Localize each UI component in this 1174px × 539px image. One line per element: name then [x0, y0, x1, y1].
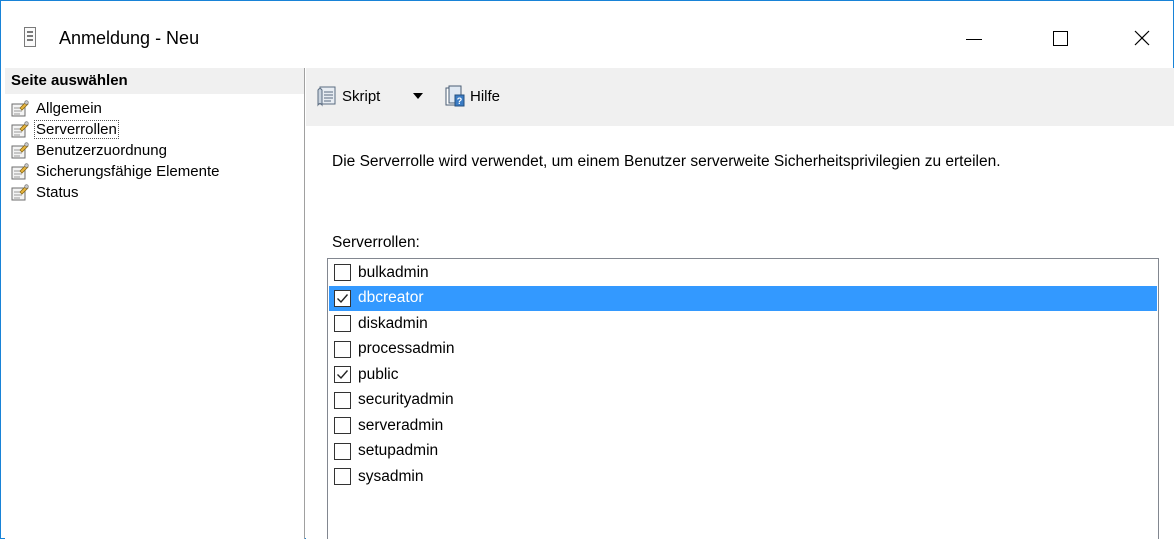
role-checkbox[interactable]: [334, 468, 351, 485]
svg-text:?: ?: [457, 96, 463, 106]
role-checkbox[interactable]: [334, 417, 351, 434]
role-checkbox[interactable]: [334, 340, 351, 358]
page-item-0[interactable]: Allgemein: [11, 98, 221, 119]
page-item-4[interactable]: Status: [11, 182, 221, 203]
wrench-page-icon: [11, 100, 29, 117]
maximize-icon: [1052, 30, 1068, 46]
server-app-icon: [24, 27, 36, 47]
server-roles-list[interactable]: bulkadmin dbcreator diskadmin processadmin p…: [327, 258, 1159, 539]
role-row-public[interactable]: public: [329, 362, 1157, 387]
page-item-label: Sicherungsfähige Elemente: [36, 163, 220, 180]
help-button[interactable]: ? Hilfe: [443, 83, 500, 109]
minimize-icon: [966, 38, 982, 40]
page-item-1[interactable]: Serverrollen: [11, 119, 221, 140]
toolbar: Skript ? Hilfe: [306, 68, 1174, 126]
script-icon: [317, 86, 336, 107]
role-row-diskadmin[interactable]: diskadmin: [329, 311, 1157, 336]
close-icon: [1134, 30, 1150, 46]
server-roles-label: Serverrollen:: [332, 234, 420, 251]
role-row-securityadmin[interactable]: securityadmin: [329, 388, 1157, 413]
role-checkbox[interactable]: [334, 442, 351, 460]
minimize-button[interactable]: [951, 15, 997, 61]
role-name: dbcreator: [358, 289, 424, 306]
title-bar[interactable]: Anmeldung - Neu: [1, 1, 1173, 64]
help-label: Hilfe: [470, 87, 501, 105]
maximize-button[interactable]: [1037, 15, 1083, 61]
page-list: Allgemein Serverrollen Benutzerzuordnung Si…: [11, 98, 221, 203]
description-text: Die Serverrolle wird verwendet, um einem…: [332, 153, 1001, 170]
role-checkbox[interactable]: [334, 289, 351, 307]
role-name: processadmin: [358, 340, 455, 357]
script-dropdown-arrow-icon[interactable]: [413, 93, 423, 99]
role-name: diskadmin: [358, 314, 428, 332]
role-name: sysadmin: [358, 467, 424, 485]
page-select-header: Seite auswählen: [5, 68, 304, 94]
role-row-dbcreator[interactable]: dbcreator: [329, 285, 1157, 311]
wrench-page-icon: [11, 184, 29, 201]
check-icon: [337, 370, 349, 380]
page-item-3[interactable]: Sicherungsfähige Elemente: [11, 161, 221, 182]
close-button[interactable]: [1119, 15, 1165, 61]
role-checkbox[interactable]: [334, 264, 351, 281]
role-checkbox[interactable]: [334, 391, 351, 409]
role-name: public: [358, 365, 399, 383]
wrench-page-icon: [11, 121, 29, 138]
wrench-page-icon: [11, 163, 29, 180]
role-name: bulkadmin: [358, 263, 429, 281]
window-title: Anmeldung - Neu: [59, 28, 200, 48]
role-name: setupadmin: [358, 442, 439, 459]
script-button[interactable]: Skript: [315, 83, 380, 109]
page-item-label: Allgemein: [36, 100, 102, 117]
role-row-serveradmin[interactable]: serveradmin: [329, 413, 1157, 438]
page-item-label: Benutzerzuordnung: [36, 142, 167, 159]
role-row-sysadmin[interactable]: sysadmin: [329, 464, 1157, 489]
page-item-2[interactable]: Benutzerzuordnung: [11, 140, 221, 161]
check-icon: [337, 293, 349, 303]
login-new-window: Anmeldung - Neu Seite auswählen Allgemei…: [0, 0, 1174, 539]
wrench-page-icon: [11, 142, 29, 159]
role-checkbox[interactable]: [334, 315, 351, 332]
script-label: Skript: [342, 87, 381, 105]
role-row-bulkadmin[interactable]: bulkadmin: [329, 260, 1157, 285]
role-checkbox[interactable]: [334, 366, 351, 383]
content-panel: Skript ? Hilfe Die Serverrolle wird verw…: [306, 68, 1174, 539]
help-icon: ?: [445, 85, 465, 107]
role-name: securityadmin: [358, 391, 454, 408]
role-row-setupadmin[interactable]: setupadmin: [329, 439, 1157, 464]
page-item-label: Status: [36, 184, 79, 201]
page-item-label: Serverrollen: [34, 120, 119, 139]
role-name: serveradmin: [358, 416, 444, 434]
page-select-panel: Seite auswählen Allgemein Serverrollen Ben…: [5, 68, 305, 539]
role-row-processadmin[interactable]: processadmin: [329, 337, 1157, 362]
